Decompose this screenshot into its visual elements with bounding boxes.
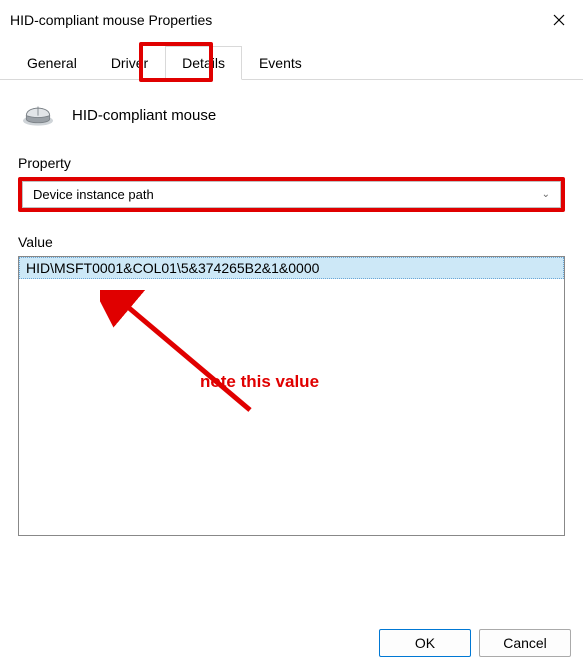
- value-listbox[interactable]: HID\MSFT0001&COL01\5&374265B2&1&0000: [18, 256, 565, 536]
- tab-strip: General Driver Details Events: [0, 46, 583, 80]
- tab-general[interactable]: General: [10, 46, 94, 80]
- tab-driver[interactable]: Driver: [94, 46, 165, 80]
- annotation-property-highlight: Device instance path ⌄: [18, 177, 565, 212]
- close-button[interactable]: [539, 6, 579, 34]
- mouse-icon: [18, 98, 58, 133]
- tab-details[interactable]: Details: [165, 46, 242, 80]
- tab-events[interactable]: Events: [242, 46, 319, 80]
- device-name: HID-compliant mouse: [72, 107, 216, 124]
- property-label: Property: [18, 155, 565, 171]
- window-title: HID-compliant mouse Properties: [10, 12, 212, 28]
- value-item[interactable]: HID\MSFT0001&COL01\5&374265B2&1&0000: [19, 257, 564, 279]
- chevron-down-icon: ⌄: [542, 189, 550, 200]
- cancel-button[interactable]: Cancel: [479, 629, 571, 657]
- ok-button[interactable]: OK: [379, 629, 471, 657]
- property-dropdown[interactable]: Device instance path ⌄: [22, 181, 561, 208]
- value-label: Value: [18, 234, 565, 250]
- property-selected-value: Device instance path: [33, 187, 154, 202]
- close-icon: [553, 14, 565, 26]
